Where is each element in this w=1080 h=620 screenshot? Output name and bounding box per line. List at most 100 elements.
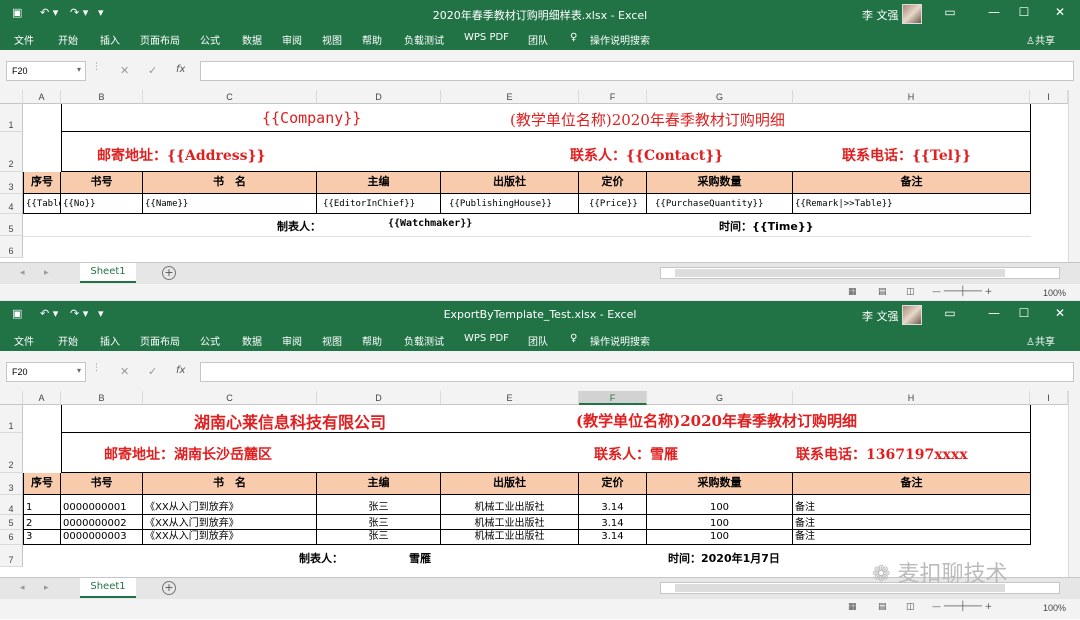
column-header[interactable]: D (317, 391, 441, 405)
header-cell[interactable]: 采购数量 (647, 172, 793, 194)
placeholder-cell[interactable]: {{Remark|>>Table}} (793, 194, 1031, 214)
row-header[interactable]: 5 (0, 214, 23, 236)
header-cell[interactable]: 主编 (317, 473, 441, 495)
placeholder-cell[interactable]: {{No}} (61, 194, 143, 214)
column-header[interactable]: F (579, 90, 647, 104)
placeholder-cell[interactable]: {{Price}} (579, 194, 647, 214)
name-box[interactable]: F20 ▾ (6, 61, 86, 81)
tab-help[interactable]: 帮助 (362, 333, 382, 348)
zoom-slider[interactable]: — ───┼─── + (932, 287, 992, 297)
table-cell[interactable]: 机械工业出版社 (441, 495, 579, 515)
tab-wps-pdf[interactable]: WPS PDF (464, 32, 509, 43)
formula-input[interactable] (200, 61, 1074, 81)
column-header[interactable]: G (647, 391, 793, 405)
column-header[interactable]: E (441, 391, 579, 405)
close-icon[interactable]: ✕ (1050, 5, 1070, 19)
page-layout-icon[interactable]: ▤ (878, 602, 887, 612)
header-cell[interactable]: 序号 (23, 172, 61, 194)
title-merged-cell[interactable]: 湖南心莱信息科技有限公司 (教学单位名称)2020年春季教材订购明细 (61, 405, 1031, 433)
row-header[interactable]: 1 (0, 405, 23, 433)
tab-formulas[interactable]: 公式 (200, 333, 220, 348)
zoom-slider[interactable]: — ───┼─── + (932, 602, 992, 612)
tab-team[interactable]: 团队 (528, 333, 548, 348)
tab-review[interactable]: 审阅 (282, 333, 302, 348)
table-cell[interactable]: 备注 (793, 495, 1031, 515)
tab-view[interactable]: 视图 (322, 333, 342, 348)
add-sheet-icon[interactable]: + (162, 266, 176, 280)
row-header[interactable]: 4 (0, 194, 23, 214)
placeholder-cell[interactable]: {{Name}} (143, 194, 317, 214)
tab-team[interactable]: 团队 (528, 32, 548, 47)
cancel-icon[interactable]: ✕ (120, 365, 129, 378)
column-header[interactable]: H (793, 391, 1030, 405)
tab-data[interactable]: 数据 (242, 32, 262, 47)
row-header[interactable]: 6 (0, 530, 23, 545)
chevron-down-icon[interactable]: ▾ (77, 65, 81, 74)
zoom-level[interactable]: 100% (1043, 603, 1066, 613)
tab-home[interactable]: 开始 (58, 32, 78, 47)
table-cell[interactable]: 张三 (317, 530, 441, 545)
minimize-icon[interactable]: — (984, 306, 1004, 320)
select-all-corner[interactable] (0, 90, 23, 104)
table-cell[interactable]: 100 (647, 495, 793, 515)
column-header[interactable]: C (143, 391, 317, 405)
insert-function-icon[interactable]: fx (176, 365, 185, 376)
row-header[interactable]: 3 (0, 172, 23, 194)
row-header[interactable]: 5 (0, 515, 23, 530)
column-header-selected[interactable]: F (579, 391, 647, 405)
normal-view-icon[interactable]: ▦ (848, 287, 857, 297)
tab-file[interactable]: 文件 (14, 32, 34, 47)
close-icon[interactable]: ✕ (1050, 306, 1070, 320)
header-cell[interactable]: 采购数量 (647, 473, 793, 495)
prev-sheet-icon[interactable]: ◂ (20, 583, 25, 593)
normal-view-icon[interactable]: ▦ (848, 602, 857, 612)
column-header[interactable]: I (1030, 90, 1068, 104)
placeholder-cell[interactable]: {{PublishingHouse}} (441, 194, 579, 214)
table-cell[interactable]: 机械工业出版社 (441, 515, 579, 530)
tell-me-search[interactable]: 操作说明搜索 (590, 32, 650, 47)
tab-insert[interactable]: 插入 (100, 333, 120, 348)
column-header[interactable]: H (793, 90, 1030, 104)
tab-review[interactable]: 审阅 (282, 32, 302, 47)
minimize-icon[interactable]: — (984, 5, 1004, 19)
header-cell[interactable]: 出版社 (441, 172, 579, 194)
row-header[interactable]: 3 (0, 473, 23, 495)
column-header[interactable]: E (441, 90, 579, 104)
table-cell[interactable]: 《XX从入门到放弃》 (143, 495, 317, 515)
table-cell[interactable]: 《XX从入门到放弃》 (143, 530, 317, 545)
table-cell[interactable]: 张三 (317, 515, 441, 530)
table-cell[interactable]: 《XX从入门到放弃》 (143, 515, 317, 530)
chevron-down-icon[interactable]: ▾ (77, 366, 81, 375)
table-cell[interactable]: 2 (23, 515, 61, 530)
formula-input[interactable] (200, 362, 1074, 382)
table-cell[interactable]: 张三 (317, 495, 441, 515)
enter-icon[interactable]: ✓ (148, 365, 157, 378)
add-sheet-icon[interactable]: + (162, 581, 176, 595)
header-cell[interactable]: 书 名 (143, 172, 317, 194)
table-cell[interactable]: 1 (23, 495, 61, 515)
user-name[interactable]: 李 文强 (862, 308, 899, 324)
tab-home[interactable]: 开始 (58, 333, 78, 348)
next-sheet-icon[interactable]: ▸ (44, 268, 49, 278)
share-button[interactable]: ♙共享 (1026, 333, 1055, 348)
table-cell[interactable]: 机械工业出版社 (441, 530, 579, 545)
header-cell[interactable]: 定价 (579, 473, 647, 495)
tab-view[interactable]: 视图 (322, 32, 342, 47)
table-cell[interactable]: 3 (23, 530, 61, 545)
ribbon-display-icon[interactable]: ▭ (940, 306, 960, 320)
table-cell[interactable]: 备注 (793, 530, 1031, 545)
enter-icon[interactable]: ✓ (148, 64, 157, 77)
worksheet-grid[interactable]: A B C D E F G H I 1 2 3 4 5 6 7 湖南心莱信息科技… (0, 391, 1080, 577)
column-header[interactable]: D (317, 90, 441, 104)
tab-load-test[interactable]: 负载测试 (404, 32, 444, 47)
avatar[interactable] (902, 4, 922, 24)
vertical-scrollbar[interactable] (1068, 391, 1080, 577)
cells[interactable]: 湖南心莱信息科技有限公司 (教学单位名称)2020年春季教材订购明细 邮寄地址：… (23, 405, 1068, 577)
worksheet-grid[interactable]: A B C D E F G H I 1 2 3 4 5 6 {{Company}… (0, 90, 1080, 262)
row-header[interactable]: 4 (0, 495, 23, 515)
info-row[interactable]: 邮寄地址：{{Address}} 联系人：{{Contact}} 联系电话：{{… (61, 132, 1031, 172)
table-cell[interactable]: 3.14 (579, 515, 647, 530)
tab-insert[interactable]: 插入 (100, 32, 120, 47)
horizontal-scrollbar[interactable] (660, 267, 1060, 279)
info-row[interactable]: 邮寄地址：湖南长沙岳麓区 联系人：雪雁 联系电话：1367197xxxx (61, 433, 1031, 473)
